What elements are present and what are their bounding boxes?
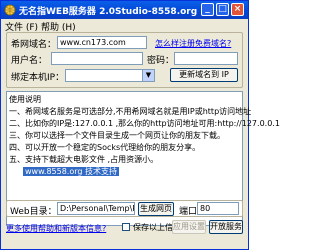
password-input[interactable] <box>174 52 238 65</box>
title-bar[interactable]: 无名指WEB服务器 2.0Studio-8558.org _ □ × <box>1 1 248 19</box>
generate-page-button[interactable]: 生成网页 <box>138 202 174 216</box>
domain-input[interactable]: www.cn173.com <box>57 36 147 49</box>
maximize-button[interactable]: □ <box>216 3 229 16</box>
instructions-title: 使用说明 <box>9 95 41 104</box>
web-dir-input[interactable]: D:\Personal\Temp\Rar$EX0 <box>57 202 135 215</box>
webdir-group: Web目录： D:\Personal\Temp\Rar$EX0 生成网页 端口 … <box>6 200 243 217</box>
web-dir-label: Web目录： <box>10 207 57 217</box>
instructions-line: 一、希网域名服务是可选部分,不用希网域名就是用IP或http访问地址 <box>9 107 252 116</box>
bind-ip-label: 绑定本机IP： <box>11 73 65 83</box>
domain-label: 希网域名： <box>11 40 57 50</box>
button-row: 应用设置 开放服务 <box>0 218 249 250</box>
support-highlight: www.8558.org 技术支持 <box>23 166 120 177</box>
apply-settings-button[interactable]: 应用设置 <box>172 220 206 234</box>
instructions-line: 三、你可以选择一个文件目录生成一个网页让你的朋友下载。 <box>9 131 225 140</box>
username-label: 用户名： <box>11 56 48 66</box>
app-icon <box>4 4 16 16</box>
close-button[interactable]: × <box>231 3 244 16</box>
minimize-button[interactable]: _ <box>201 3 214 16</box>
bind-ip-select[interactable]: ▼ <box>65 69 155 82</box>
instructions-line: 四、可以开放一个稳定的Socks代理给你的朋友分享。 <box>9 143 201 152</box>
menu-bar: 文件 (F) 帮助 (H) <box>1 19 248 33</box>
port-label: 端口 <box>179 207 198 217</box>
ddns-group: 希网域名： www.cn173.com 怎么样注册免费域名? 用户名： 密码： … <box>6 32 243 88</box>
update-ip-button[interactable]: 更新域名到 IP <box>170 68 238 82</box>
username-input[interactable] <box>51 52 143 65</box>
register-domain-link[interactable]: 怎么样注册免费域名? <box>155 38 231 49</box>
port-input[interactable]: 80 <box>197 202 239 215</box>
instructions-line: 二、比如你的IP是:127.0.0.1 ,那么你的http访问地址可用:http… <box>9 119 280 128</box>
password-label: 密码： <box>147 56 175 66</box>
window-title: 无名指WEB服务器 2.0Studio-8558.org <box>19 7 198 17</box>
start-service-button[interactable]: 开放服务 <box>209 220 243 234</box>
support-text: www.8558.org 技术支持 <box>23 167 120 176</box>
instructions-line: 五、支持下载超大电影文件 ,占用资源小。 <box>9 155 159 164</box>
chevron-down-icon[interactable]: ▼ <box>142 70 154 81</box>
